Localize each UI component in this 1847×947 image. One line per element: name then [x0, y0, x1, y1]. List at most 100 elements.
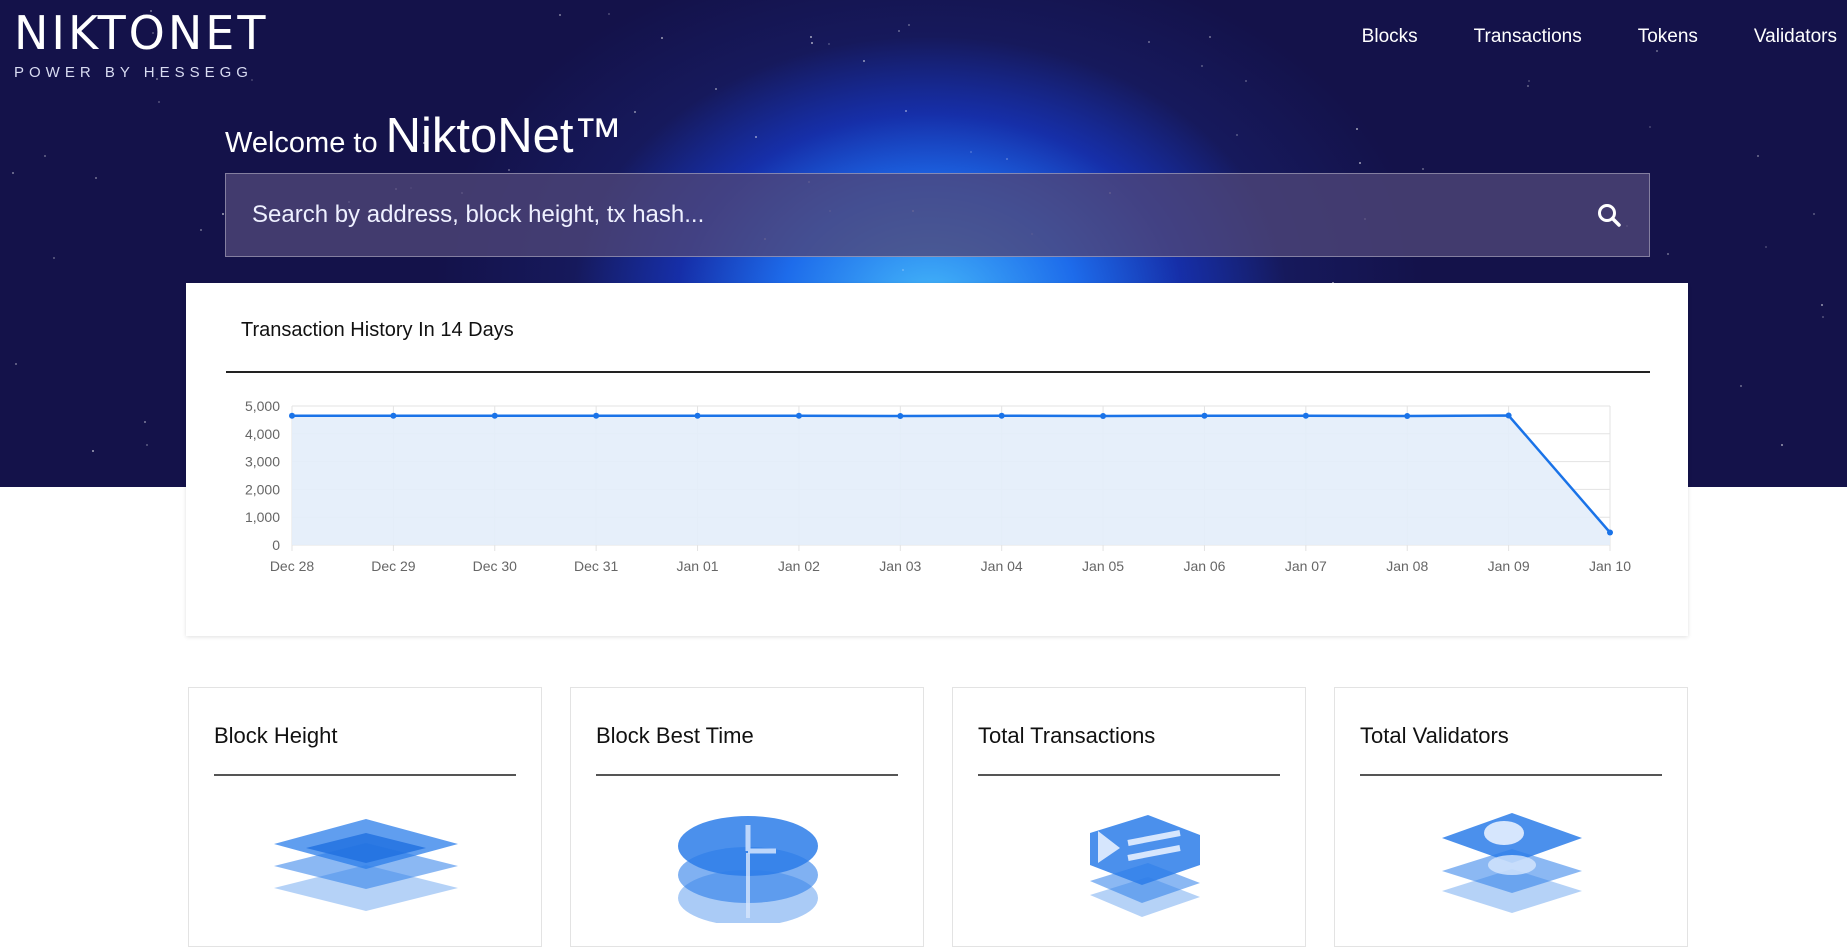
data-point: [694, 412, 701, 419]
welcome-heading: Welcome to NiktoNet™: [225, 108, 622, 164]
series-area: [292, 415, 1610, 545]
star: [146, 444, 148, 446]
transaction-history-card: Transaction History In 14 Days 0 1,000 2,0…: [186, 283, 1688, 636]
x-tick-label: Jan 01: [677, 558, 719, 574]
star: [970, 151, 972, 153]
search-icon: [1598, 204, 1621, 227]
x-tick-label: Jan 08: [1386, 558, 1428, 574]
chart-divider: [226, 371, 1650, 373]
search-input[interactable]: [226, 173, 1569, 257]
y-tick-label: 5,000: [245, 398, 280, 414]
star: [200, 229, 202, 231]
star: [92, 450, 94, 452]
site-logo[interactable]: NIKTONET POWER BY HESSEGG: [14, 10, 268, 81]
x-tick-label: Jan 04: [981, 558, 1023, 574]
stat-card-block-best-time[interactable]: Block Best Time: [570, 687, 924, 947]
star: [15, 363, 17, 365]
star: [661, 37, 663, 39]
data-point: [1302, 412, 1309, 419]
stat-title: Block Height: [214, 723, 338, 748]
star: [1209, 36, 1211, 38]
star: [1813, 213, 1815, 215]
star: [902, 269, 904, 271]
x-tick-label: Jan 06: [1183, 558, 1225, 574]
star: [1422, 168, 1424, 170]
x-tick-label: Jan 07: [1285, 558, 1327, 574]
star: [222, 213, 224, 215]
data-point: [289, 412, 295, 419]
star: [755, 136, 757, 138]
documents-icon: [1090, 815, 1200, 917]
welcome-prefix: Welcome to: [225, 127, 378, 159]
data-point: [1100, 413, 1107, 420]
nav-transactions[interactable]: Transactions: [1474, 26, 1582, 48]
stat-divider: [214, 774, 516, 776]
star: [608, 13, 610, 15]
stat-card-block-height[interactable]: Block Height: [188, 687, 542, 947]
x-tick-label: Jan 10: [1589, 558, 1631, 574]
data-point: [1607, 529, 1613, 536]
star: [634, 111, 636, 113]
star: [1656, 50, 1658, 52]
x-tick-label: Dec 28: [270, 558, 315, 574]
stat-divider: [978, 774, 1280, 776]
star: [12, 172, 14, 174]
nav-tokens[interactable]: Tokens: [1638, 26, 1698, 48]
welcome-brand: NiktoNet™: [385, 109, 623, 163]
star: [810, 36, 812, 38]
data-point: [491, 412, 498, 419]
chart-title: Transaction History In 14 Days: [241, 319, 514, 341]
x-tick-label: Jan 03: [879, 558, 921, 574]
transaction-history-chart: 0 1,000 2,000 3,000 4,000 5,000 Dec 28 Dec 29 De…: [245, 398, 1631, 574]
search-button[interactable]: [1569, 174, 1649, 256]
clock-icon: [678, 816, 818, 923]
star: [1757, 155, 1759, 157]
star: [44, 155, 46, 157]
stat-title: Block Best Time: [596, 723, 754, 748]
star: [508, 169, 510, 171]
data-point: [593, 412, 600, 419]
data-point: [998, 412, 1005, 419]
star: [1245, 80, 1247, 82]
star: [1528, 80, 1530, 82]
data-point: [390, 412, 397, 419]
star: [1201, 65, 1203, 67]
nav-blocks[interactable]: Blocks: [1362, 26, 1418, 48]
star: [1236, 134, 1238, 136]
star: [1356, 128, 1358, 130]
y-tick-label: 2,000: [245, 481, 280, 497]
star: [1006, 158, 1008, 160]
x-tick-label: Jan 05: [1082, 558, 1124, 574]
x-tick-label: Dec 31: [574, 558, 619, 574]
star: [53, 257, 55, 259]
data-point: [897, 413, 904, 420]
nav-validators[interactable]: Validators: [1754, 26, 1837, 48]
star: [898, 30, 900, 32]
star: [1740, 385, 1742, 387]
y-tick-label: 1,000: [245, 509, 280, 525]
data-point: [1505, 412, 1512, 419]
star: [1359, 162, 1361, 164]
star: [1649, 126, 1651, 128]
star: [1822, 316, 1824, 318]
star: [1821, 304, 1823, 306]
data-point: [1404, 413, 1411, 420]
x-tick-label: Dec 30: [473, 558, 518, 574]
main-nav: Blocks Transactions Tokens Validators: [1362, 26, 1847, 48]
data-point: [1201, 412, 1208, 419]
star: [1148, 41, 1150, 43]
stat-card-total-transactions[interactable]: Total Transactions: [952, 687, 1306, 947]
data-point: [795, 412, 802, 419]
logo-tagline: POWER BY HESSEGG: [14, 64, 253, 81]
star: [144, 421, 146, 423]
stat-card-total-validators[interactable]: Total Validators: [1334, 687, 1688, 947]
star: [828, 43, 830, 45]
search-bar: [225, 173, 1650, 257]
logo-wordmark: NIKTONET: [14, 6, 269, 60]
star: [1667, 253, 1669, 255]
star: [811, 42, 813, 44]
stat-divider: [596, 774, 898, 776]
stat-title: Total Transactions: [978, 723, 1156, 748]
star: [908, 24, 910, 26]
star: [905, 110, 907, 112]
